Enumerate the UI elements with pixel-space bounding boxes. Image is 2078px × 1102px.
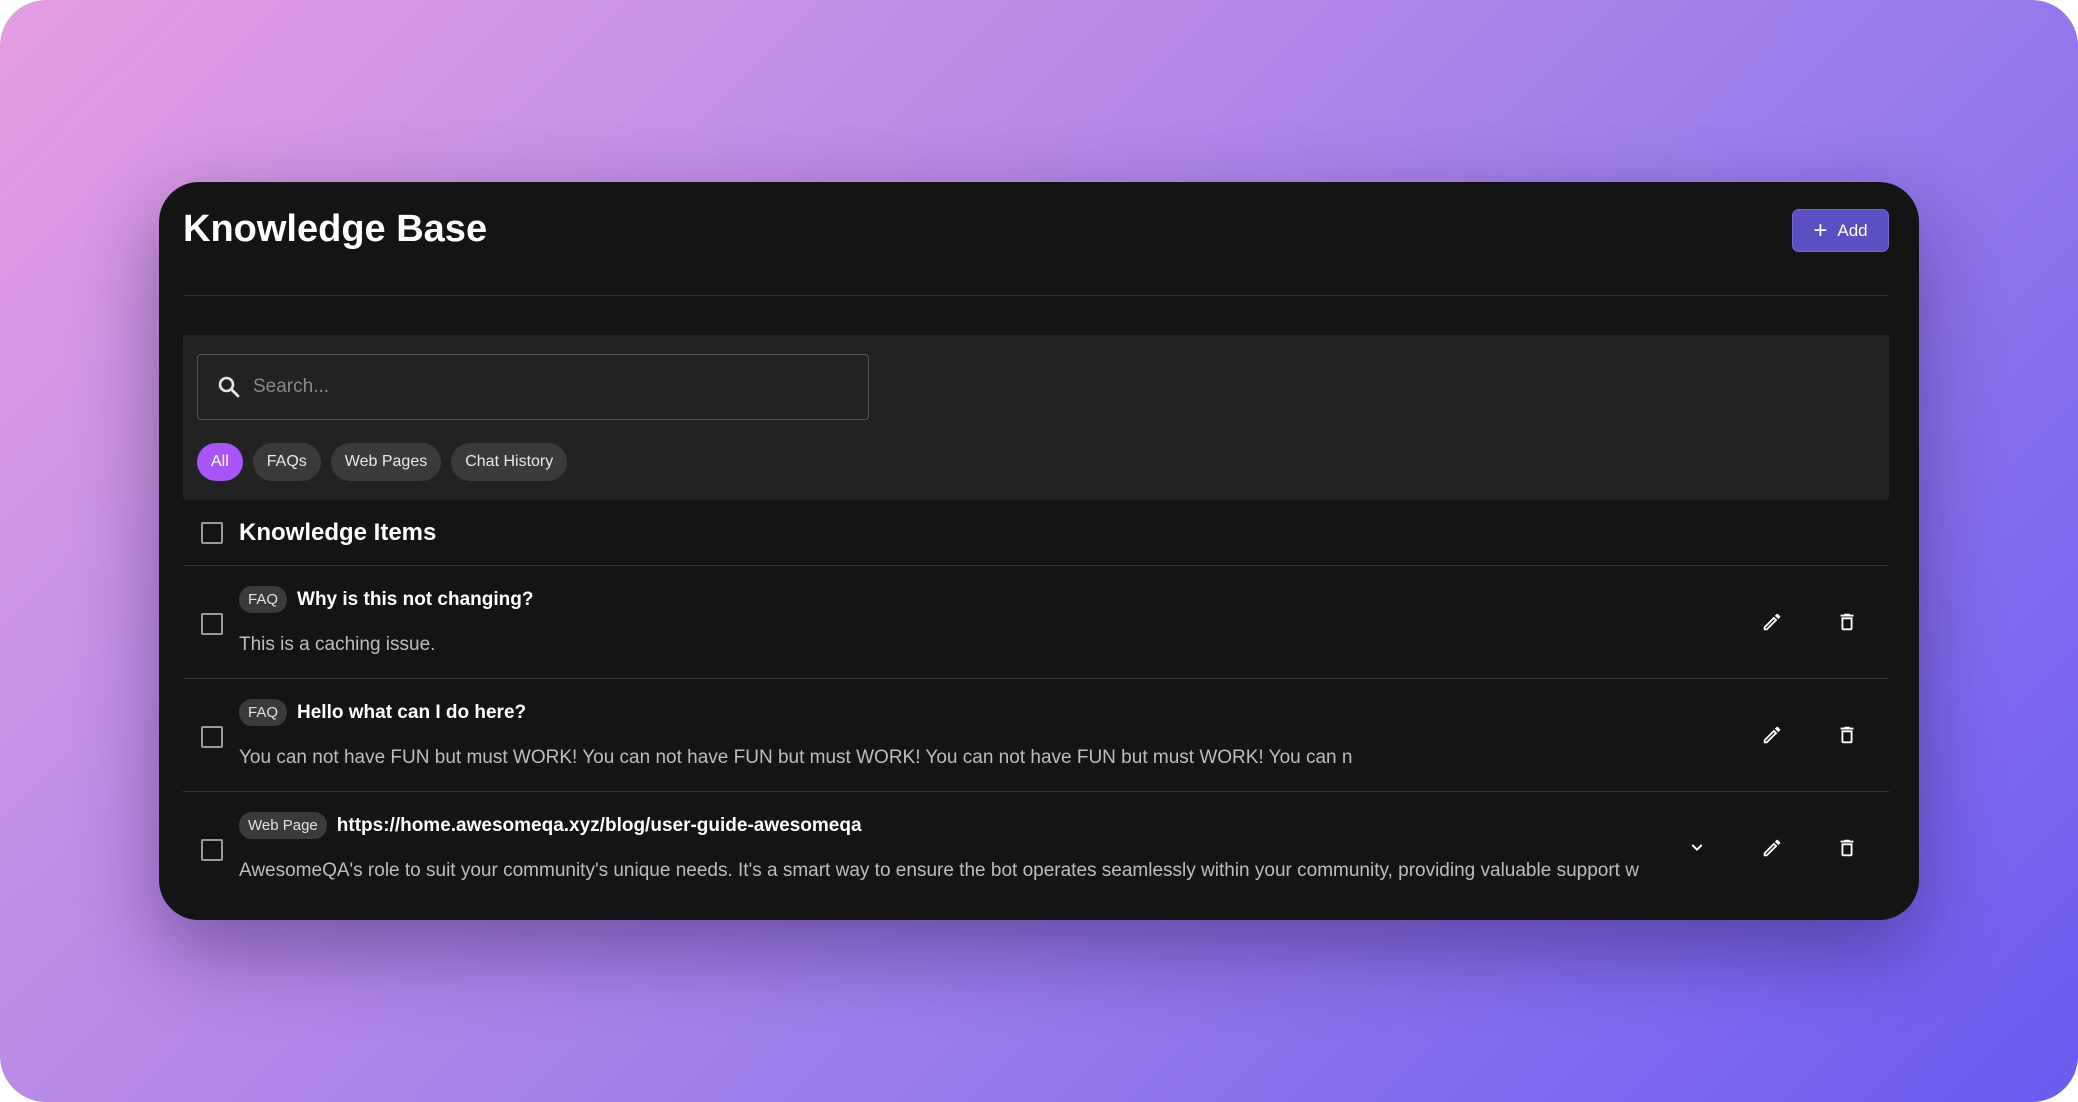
header-divider xyxy=(183,295,1889,296)
search-input[interactable] xyxy=(253,355,868,419)
delete-button[interactable] xyxy=(1830,718,1864,752)
trash-icon xyxy=(1840,839,1854,857)
search-box xyxy=(197,354,869,420)
delete-button[interactable] xyxy=(1830,831,1864,865)
edit-button[interactable] xyxy=(1755,605,1789,639)
edit-button[interactable] xyxy=(1755,831,1789,865)
filter-chip-all[interactable]: All xyxy=(197,443,243,481)
item-checkbox[interactable] xyxy=(201,613,223,635)
add-button[interactable]: + Add xyxy=(1792,209,1889,252)
filter-chip-faqs[interactable]: FAQs xyxy=(252,443,321,481)
delete-button[interactable] xyxy=(1830,605,1864,639)
list-item: FAQ Why is this not changing? This is a … xyxy=(183,566,1889,679)
list-item: Web Page https://home.awesomeqa.xyz/blog… xyxy=(183,792,1889,905)
plus-icon: + xyxy=(1813,216,1828,244)
search-icon xyxy=(218,376,240,398)
edit-button[interactable] xyxy=(1755,718,1789,752)
type-badge: FAQ xyxy=(239,699,288,726)
item-head: Web Page https://home.awesomeqa.xyz/blog… xyxy=(239,812,862,839)
chevron-down-icon xyxy=(1691,844,1703,851)
expand-button[interactable] xyxy=(1680,831,1714,865)
filter-chip-chat-history[interactable]: Chat History xyxy=(451,443,568,481)
item-checkbox[interactable] xyxy=(201,839,223,861)
item-checkbox[interactable] xyxy=(201,726,223,748)
filter-panel: All FAQs Web Pages Chat History xyxy=(183,335,1889,500)
pencil-icon xyxy=(1763,726,1781,744)
item-body: This is a caching issue. xyxy=(239,634,436,655)
list-header: Knowledge Items xyxy=(183,500,1889,566)
item-head: FAQ Hello what can I do here? xyxy=(239,699,526,726)
add-button-label: Add xyxy=(1837,220,1868,240)
pencil-icon xyxy=(1763,839,1781,857)
trash-icon xyxy=(1840,726,1854,744)
page-title: Knowledge Base xyxy=(183,208,488,250)
filter-chip-web-pages[interactable]: Web Pages xyxy=(330,443,442,481)
list-item: FAQ Hello what can I do here? You can no… xyxy=(183,679,1889,792)
type-badge: FAQ xyxy=(239,586,288,613)
item-head: FAQ Why is this not changing? xyxy=(239,586,533,613)
item-body: You can not have FUN but must WORK! You … xyxy=(239,747,1353,768)
item-body: AwesomeQA's role to suit your community'… xyxy=(239,860,1639,881)
item-title: https://home.awesomeqa.xyz/blog/user-gui… xyxy=(336,814,862,836)
filter-chips: All FAQs Web Pages Chat History xyxy=(197,443,568,481)
item-title: Why is this not changing? xyxy=(297,588,534,610)
trash-icon xyxy=(1840,613,1854,631)
type-badge: Web Page xyxy=(239,812,327,839)
gradient-background: Knowledge Base + Add All FAQs Web Pages … xyxy=(0,0,2078,1102)
knowledge-base-window: Knowledge Base + Add All FAQs Web Pages … xyxy=(159,182,1919,920)
list-header-label: Knowledge Items xyxy=(239,518,437,546)
select-all-checkbox[interactable] xyxy=(201,521,223,544)
item-title: Hello what can I do here? xyxy=(297,701,527,723)
pencil-icon xyxy=(1763,613,1781,631)
